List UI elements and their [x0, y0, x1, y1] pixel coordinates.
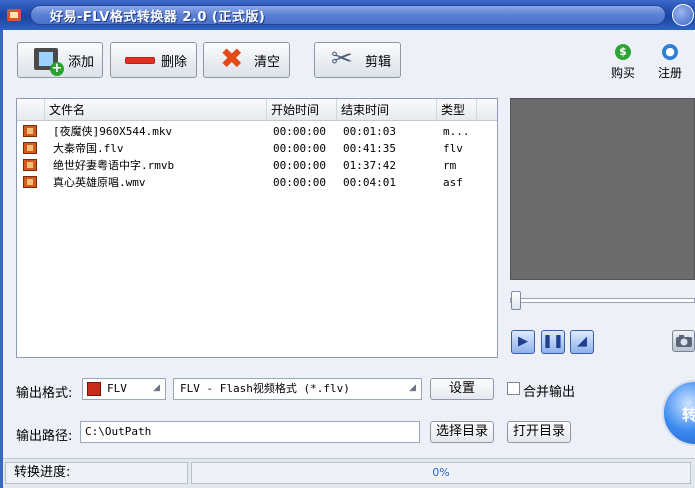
cut-button[interactable]: ✂ 剪辑 — [314, 42, 401, 78]
row-end: 00:01:03 — [343, 125, 396, 138]
seek-slider-track[interactable] — [510, 298, 695, 303]
app-icon[interactable] — [5, 6, 23, 24]
header-start[interactable]: 开始时间 — [267, 99, 337, 121]
delete-label: 删除 — [161, 54, 188, 70]
table-row[interactable]: 绝世好妻粤语中字.rmvb 00:00:00 01:37:42 rm — [17, 157, 497, 174]
row-start: 00:00:00 — [273, 125, 326, 138]
row-type: m... — [443, 125, 470, 138]
row-name: 绝世好妻粤语中字.rmvb — [53, 159, 175, 172]
output-path-input[interactable]: C:\OutPath — [80, 421, 420, 443]
row-type: asf — [443, 176, 463, 189]
header-end[interactable]: 结束时间 — [337, 99, 437, 121]
snapshot-button[interactable] — [672, 330, 695, 352]
seek-slider-handle[interactable] — [511, 291, 521, 310]
progress-label: 转换进度: — [5, 462, 188, 484]
pause-button[interactable]: ❚❚ — [541, 330, 565, 354]
table-row[interactable]: 真心英雄原唱.wmv 00:00:00 00:04:01 asf — [17, 174, 497, 191]
buy-button[interactable]: $ 购买 — [608, 44, 638, 81]
header-type[interactable]: 类型 — [437, 99, 477, 121]
merge-output-checkbox[interactable] — [507, 382, 520, 395]
row-end: 00:41:35 — [343, 142, 396, 155]
scissors-icon: ✂ — [331, 44, 353, 74]
row-start: 00:00:00 — [273, 159, 326, 172]
video-file-icon — [23, 125, 37, 137]
output-path-label: 输出路径: — [16, 429, 73, 444]
clear-label: 清空 — [254, 54, 281, 70]
dollar-icon: $ — [615, 44, 631, 60]
register-button[interactable]: ● 注册 — [655, 44, 685, 81]
register-label: 注册 — [657, 66, 682, 80]
chevron-down-icon: ◢ — [409, 383, 416, 393]
camera-icon — [676, 335, 692, 347]
stop-button[interactable]: ◢ — [570, 330, 594, 354]
row-start: 00:00:00 — [273, 176, 326, 189]
row-name: 真心英雄原唱.wmv — [53, 176, 146, 189]
play-button[interactable]: ▶ — [511, 330, 535, 354]
chevron-down-icon: ◢ — [153, 383, 160, 393]
play-icon: ▶ — [518, 334, 528, 349]
file-list[interactable]: 文件名 开始时间 结束时间 类型 [夜魔侠]960X544.mkv 00:00:… — [16, 98, 498, 358]
video-preview — [510, 98, 695, 280]
video-file-icon — [23, 142, 37, 154]
buy-label: 购买 — [610, 66, 635, 80]
row-end: 00:04:01 — [343, 176, 396, 189]
status-bar: 转换进度: 0% — [3, 458, 695, 488]
open-dir-button[interactable]: 打开目录 — [507, 421, 571, 443]
red-x-icon: ✖ — [220, 42, 244, 75]
header-icon-col — [17, 99, 45, 121]
pause-icon: ❚❚ — [542, 334, 564, 349]
table-row[interactable]: 大秦帝国.flv 00:00:00 00:41:35 flv — [17, 140, 497, 157]
register-icon: ● — [662, 44, 678, 60]
row-type: flv — [443, 142, 463, 155]
file-list-header: 文件名 开始时间 结束时间 类型 — [17, 99, 497, 121]
format-select[interactable]: FLV ◢ — [82, 378, 166, 400]
title-bar: 好易-FLV格式转换器 2.0 (正式版) — [0, 0, 695, 30]
output-format-label: 输出格式: — [16, 386, 73, 401]
format-select-value: FLV — [107, 382, 127, 395]
row-type: rm — [443, 159, 457, 172]
table-row[interactable]: [夜魔侠]960X544.mkv 00:00:00 00:01:03 m... — [17, 123, 497, 140]
video-file-icon — [23, 176, 37, 188]
window-control-button[interactable] — [672, 4, 694, 26]
add-label: 添加 — [68, 54, 95, 70]
minus-bar-icon — [125, 46, 155, 74]
progress-value: 0% — [191, 462, 691, 484]
stop-icon: ◢ — [577, 334, 587, 349]
merge-output-label: 合并输出 — [523, 385, 576, 400]
row-end: 01:37:42 — [343, 159, 396, 172]
header-name[interactable]: 文件名 — [45, 99, 267, 121]
window-title: 好易-FLV格式转换器 2.0 (正式版) — [50, 10, 266, 25]
add-button[interactable]: + 添加 — [17, 42, 103, 78]
settings-button[interactable]: 设置 — [430, 378, 494, 400]
film-plus-icon: + — [32, 46, 64, 76]
row-name: 大秦帝国.flv — [53, 142, 124, 155]
cut-label: 剪辑 — [365, 54, 392, 70]
format-profile-select[interactable]: FLV - Flash视频格式 (*.flv) ◢ — [173, 378, 422, 400]
choose-dir-button[interactable]: 选择目录 — [430, 421, 494, 443]
video-file-icon — [23, 159, 37, 171]
row-name: [夜魔侠]960X544.mkv — [53, 125, 173, 138]
delete-button[interactable]: 删除 — [110, 42, 197, 78]
clear-button[interactable]: ✖ 清空 — [203, 42, 290, 78]
convert-label: 转 — [682, 406, 695, 424]
row-start: 00:00:00 — [273, 142, 326, 155]
flv-icon — [87, 382, 101, 396]
format-profile-value: FLV - Flash视频格式 (*.flv) — [180, 382, 350, 395]
